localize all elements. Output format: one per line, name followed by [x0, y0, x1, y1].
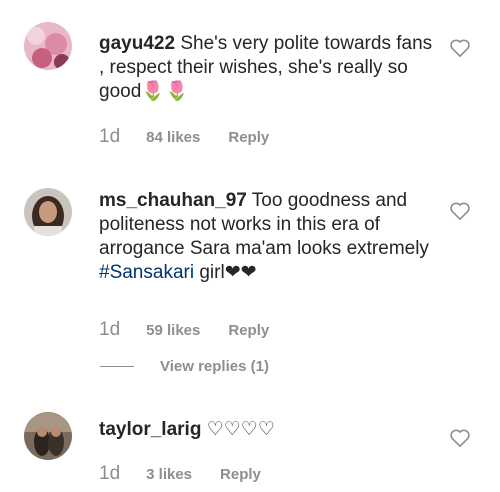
divider-line: [100, 366, 134, 367]
likes-count[interactable]: 3 likes: [146, 466, 192, 483]
emoji: ♡♡♡♡: [201, 419, 275, 440]
comment-text: gayu422 She's very polite towards fans ,…: [99, 32, 439, 104]
timestamp[interactable]: 1d: [99, 126, 120, 148]
comment-username[interactable]: ms_chauhan_97: [99, 190, 247, 211]
reply-button[interactable]: Reply: [228, 322, 269, 339]
view-replies-button[interactable]: View replies (1): [100, 358, 269, 375]
timestamp[interactable]: 1d: [99, 319, 120, 341]
hashtag-link[interactable]: #Sansakari: [99, 262, 194, 283]
comment-meta: 1d 3 likes Reply: [99, 463, 261, 485]
reply-button[interactable]: Reply: [228, 129, 269, 146]
comment-meta: 1d 59 likes Reply: [99, 319, 269, 341]
view-replies-label: View replies (1): [160, 358, 269, 375]
avatar[interactable]: [24, 22, 72, 70]
heart-icon[interactable]: [449, 428, 471, 448]
comment-text: ms_chauhan_97 Too goodness and politenes…: [99, 189, 439, 285]
comment-username[interactable]: taylor_larig: [99, 419, 201, 440]
likes-count[interactable]: 59 likes: [146, 322, 200, 339]
emoji: ❤❤: [224, 262, 257, 283]
comment-meta: 1d 84 likes Reply: [99, 126, 269, 148]
heart-icon[interactable]: [449, 38, 471, 58]
timestamp[interactable]: 1d: [99, 463, 120, 485]
likes-count[interactable]: 84 likes: [146, 129, 200, 146]
avatar[interactable]: [24, 188, 72, 236]
avatar[interactable]: [24, 412, 72, 460]
reply-button[interactable]: Reply: [220, 466, 261, 483]
heart-icon[interactable]: [449, 201, 471, 221]
comment-body-end: girl: [194, 262, 225, 283]
comment-text: taylor_larig ♡♡♡♡: [99, 418, 439, 442]
emoji: 🌷🌷: [141, 81, 189, 102]
comment-username[interactable]: gayu422: [99, 33, 175, 54]
